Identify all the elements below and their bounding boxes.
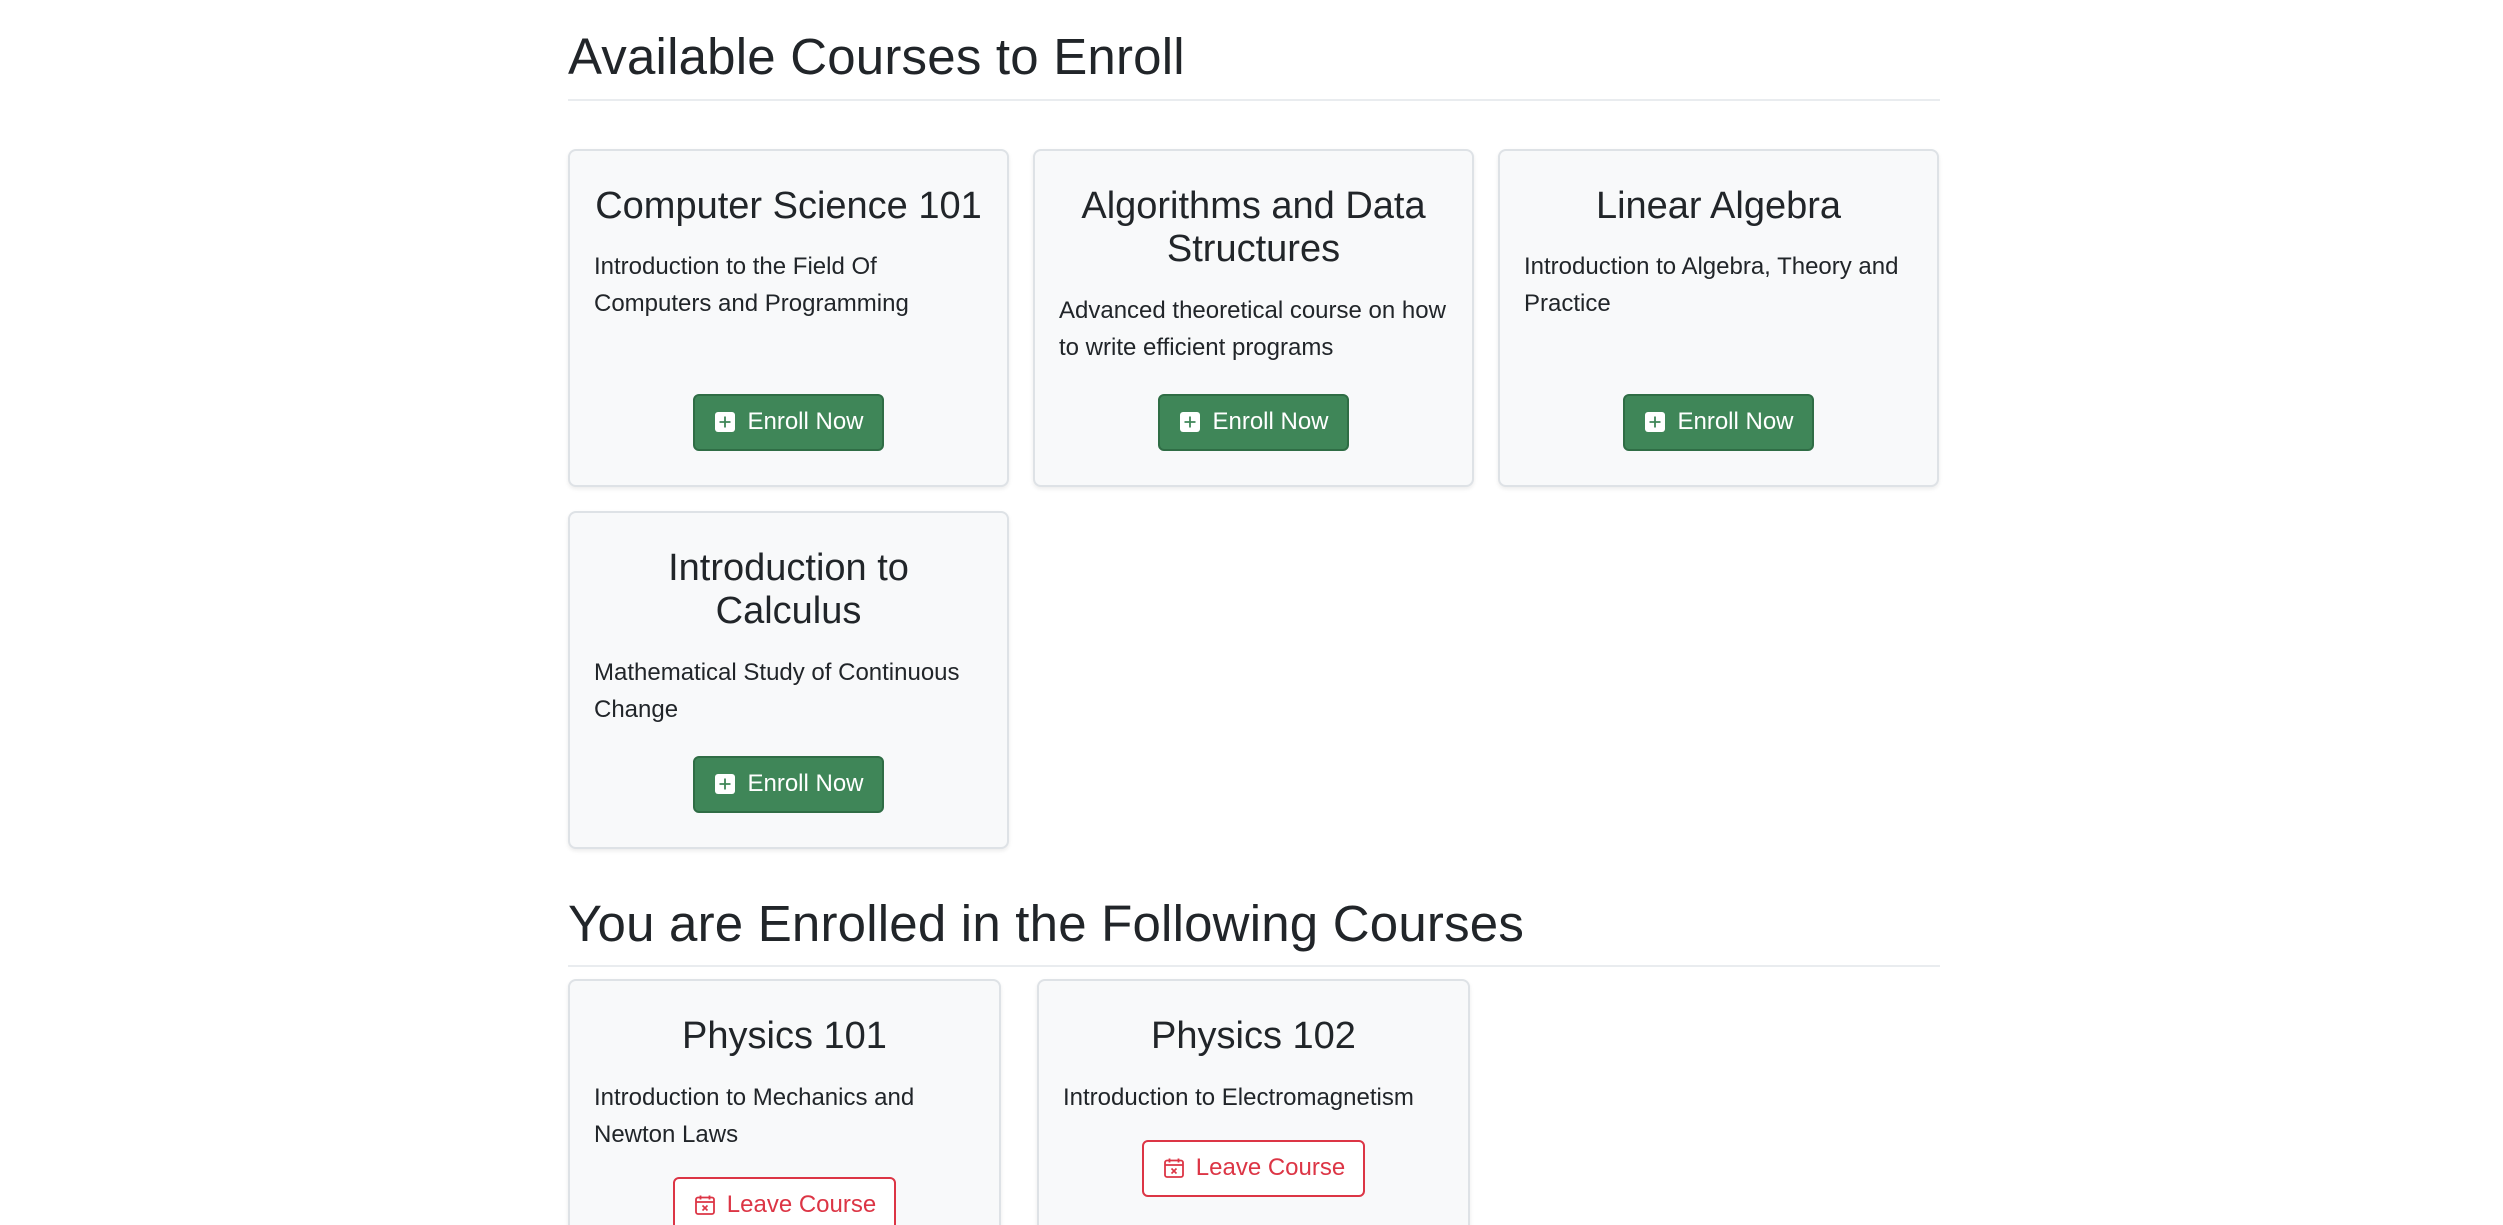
course-description: Introduction to Algebra, Theory and Prac… (1524, 253, 1899, 318)
plus-square-icon (1178, 410, 1202, 434)
available-courses-grid: Computer Science 101 Introduction to the… (568, 148, 1940, 849)
enroll-button-label: Enroll Now (747, 408, 864, 436)
enroll-button[interactable]: Enroll Now (1623, 393, 1814, 451)
course-title: Introduction to Calculus (668, 546, 909, 633)
course-description: Introduction to the Field Of Computers a… (594, 253, 909, 318)
course-title: Physics 101 (682, 1015, 887, 1058)
plus-square-icon (1643, 410, 1667, 434)
main-container: Available Courses to Enroll Computer Sci… (568, 0, 1940, 1225)
enroll-button-label: Enroll Now (747, 770, 864, 798)
plus-square-icon (713, 772, 737, 796)
leave-course-button[interactable]: Leave Course (1141, 1139, 1366, 1197)
course-title: Algorithms and Data Structures (1081, 184, 1426, 271)
enroll-button-label: Enroll Now (1212, 408, 1329, 436)
enroll-button[interactable]: Enroll Now (693, 755, 884, 813)
page: Available Courses to Enroll Computer Sci… (0, 0, 2503, 1225)
course-description: Introduction to Electromagnetism (1063, 1083, 1414, 1111)
course-card-physics-102: Physics 102 Introduction to Electromagne… (1037, 979, 1470, 1225)
course-card-algorithms: Algorithms and Data Structures Advanced … (1033, 148, 1474, 487)
leave-course-button-label: Leave Course (1195, 1154, 1346, 1182)
course-card-physics-101: Physics 101 Introduction to Mechanics an… (568, 979, 1001, 1225)
enrolled-courses-grid: Physics 101 Introduction to Mechanics an… (568, 979, 1940, 1225)
course-title: Linear Algebra (1595, 184, 1842, 227)
course-description: Advanced theoretical course on how to wr… (1059, 297, 1446, 362)
calendar-x-icon (1162, 1156, 1186, 1180)
leave-course-button[interactable]: Leave Course (672, 1176, 897, 1225)
enroll-button[interactable]: Enroll Now (693, 393, 884, 451)
leave-course-button-label: Leave Course (726, 1191, 877, 1219)
enroll-button[interactable]: Enroll Now (1158, 393, 1349, 451)
course-card-cs101: Computer Science 101 Introduction to the… (568, 148, 1009, 487)
available-courses-heading: Available Courses to Enroll (568, 0, 1940, 101)
course-card-linear-algebra: Linear Algebra Introduction to Algebra, … (1498, 148, 1939, 487)
enrolled-courses-heading: You are Enrolled in the Following Course… (568, 895, 1940, 968)
course-description: Introduction to Mechanics and Newton Law… (594, 1083, 915, 1148)
course-title: Computer Science 101 (595, 184, 982, 227)
course-title: Physics 102 (1151, 1015, 1356, 1058)
course-card-calculus: Introduction to Calculus Mathematical St… (568, 510, 1009, 849)
plus-square-icon (713, 410, 737, 434)
calendar-x-icon (693, 1193, 717, 1217)
course-description: Mathematical Study of Continuous Change (594, 659, 960, 724)
enroll-button-label: Enroll Now (1677, 408, 1794, 436)
